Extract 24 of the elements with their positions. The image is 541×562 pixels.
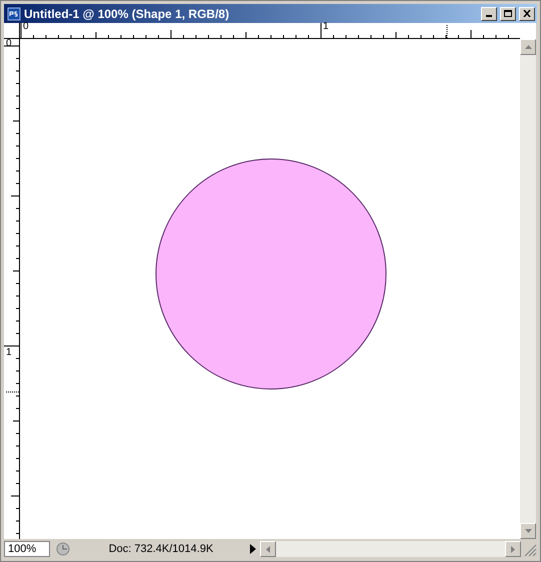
document-size-text: Doc: 732.4K/1014.9K [108,542,214,557]
clock-icon [56,542,70,556]
right-arrow-icon [511,546,515,552]
horizontal-scrollbar[interactable] [260,541,521,557]
maximize-icon [504,10,512,17]
close-button[interactable] [519,6,535,20]
scroll-down-button[interactable] [520,523,536,539]
scroll-up-button[interactable] [520,39,536,55]
ruler-label: 0 [23,21,29,33]
down-arrow-icon [524,529,532,533]
window-title: Untitled-1 @ 100% (Shape 1, RGB/8) [24,6,230,22]
play-arrow-icon [250,544,256,554]
left-arrow-icon [266,546,270,552]
scroll-right-button[interactable] [505,541,521,557]
up-arrow-icon [524,45,532,49]
ruler-label: 1 [323,21,329,33]
close-icon [523,10,531,17]
zoom-field[interactable]: 100% [4,541,50,557]
app-icon [7,6,21,20]
ruler-label: 1 [6,347,12,359]
maximize-button[interactable] [500,6,516,20]
minimize-button[interactable] [481,6,497,20]
scroll-left-button[interactable] [260,541,276,557]
vertical-scrollbar[interactable] [520,23,536,539]
